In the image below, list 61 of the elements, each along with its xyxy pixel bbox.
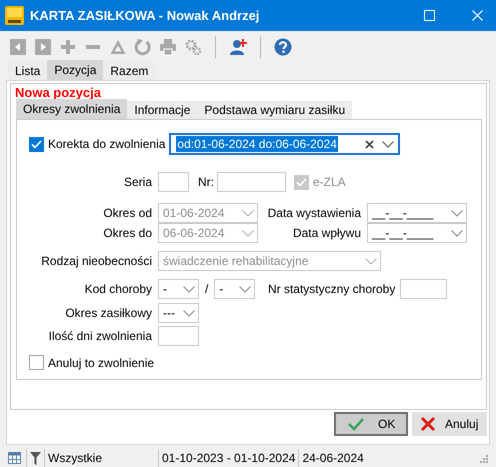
field-label: Nr statystyczny choroby <box>266 282 396 296</box>
dropdown[interactable]: od:01-06-2024 do:06-06-2024 <box>169 133 400 155</box>
filter-label: Wszystkie <box>44 449 158 467</box>
tab[interactable]: Lista <box>8 62 48 80</box>
dropdown[interactable]: - <box>214 279 256 299</box>
app-icon <box>5 6 24 25</box>
chevron-icon <box>239 286 252 292</box>
date-label: 24-06-2024 <box>298 449 478 467</box>
separator-text: / <box>205 282 208 296</box>
input-field[interactable] <box>158 326 199 346</box>
filter-icon[interactable] <box>30 452 41 464</box>
tab[interactable]: Podstawa wymiaru zasiłku <box>197 101 352 119</box>
window-title: KARTA ZASIŁKOWA - Nowak Andrzej <box>30 8 260 23</box>
close-icon[interactable] <box>472 10 483 21</box>
input-field[interactable] <box>400 279 448 299</box>
ok-button[interactable]: OK <box>334 412 408 436</box>
add-user-icon[interactable] <box>229 38 247 56</box>
date-field[interactable]: __-__-____ <box>367 223 467 243</box>
section-title: Nowa pozycja <box>15 84 101 101</box>
checkbox-label: e-ZLA <box>313 175 346 189</box>
checkbox-label: Anuluj to zwolnienie <box>48 356 154 370</box>
chevron-icon <box>242 230 254 236</box>
input-field[interactable] <box>158 172 189 192</box>
field-label: Ilość dni zwolnienia <box>48 329 152 343</box>
chevron-icon <box>365 258 377 264</box>
field-label: Okres do <box>102 226 152 240</box>
maximize-icon[interactable] <box>424 10 435 21</box>
chevron-icon <box>451 210 463 216</box>
checkbox-label: Korekta do zwolnienia <box>48 137 166 151</box>
cross-icon <box>421 417 435 431</box>
chevron-icon <box>451 230 463 236</box>
tab[interactable]: Pozycja <box>47 60 104 80</box>
clear-icon[interactable] <box>365 140 374 148</box>
table-icon[interactable] <box>8 452 21 464</box>
resize-grip-icon[interactable] <box>478 453 488 463</box>
cancel-button[interactable]: Anuluj <box>412 412 487 436</box>
checkbox[interactable] <box>29 136 44 152</box>
field-label: Okres zasiłkowy <box>64 306 152 320</box>
field-label: Nr: <box>198 175 214 189</box>
chevron-icon <box>183 286 195 292</box>
chevron-icon <box>183 310 195 316</box>
field-label: Okres od <box>102 206 152 220</box>
selected-text: od:01-06-2024 do:06-06-2024 <box>176 136 338 152</box>
field-label: Data wpływu <box>292 226 361 240</box>
checkbox[interactable] <box>29 355 44 370</box>
dropdown[interactable]: - <box>158 279 199 299</box>
field-label: Rodzaj nieobecności <box>40 254 152 268</box>
tab[interactable]: Informacje <box>127 101 198 119</box>
date-field[interactable]: __-__-____ <box>367 203 467 223</box>
period-label: 01-10-2023 - 01-10-2024 <box>158 449 298 467</box>
check-icon <box>348 417 364 431</box>
field-label: Data wystawienia <box>266 206 361 220</box>
tab[interactable]: Razem <box>103 62 156 80</box>
input-field[interactable] <box>217 172 286 192</box>
tab[interactable]: Okresy zwolnienia <box>16 99 128 119</box>
field-label: Seria <box>122 175 152 189</box>
dropdown[interactable]: --- <box>158 303 199 323</box>
help-icon[interactable] <box>274 38 292 56</box>
field-label: Kod choroby <box>84 282 152 296</box>
chevron-icon <box>242 210 254 216</box>
chevron-icon <box>382 140 394 148</box>
